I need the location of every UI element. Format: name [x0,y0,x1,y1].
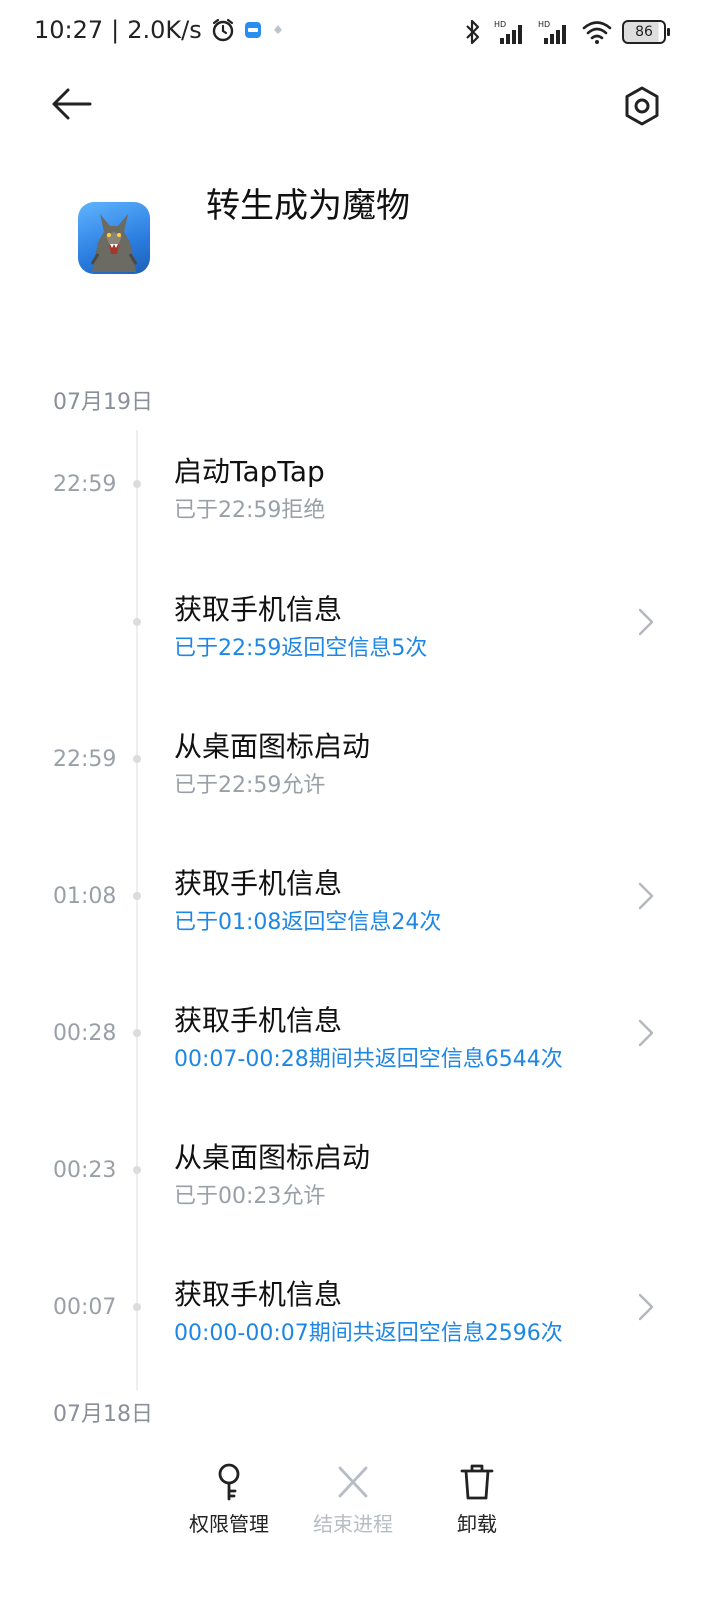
end-process-label: 结束进程 [313,1512,393,1536]
end-process-button[interactable]: 结束进程 [298,1462,408,1537]
entry-subtitle: 已于22:59返回空信息5次 [174,636,428,661]
svg-text:HD: HD [538,20,550,29]
entry-subtitle: 00:07-00:28期间共返回空信息6544次 [174,1047,563,1072]
entry-time: 22:59 [53,472,117,497]
dot-icon [273,25,282,34]
entry-subtitle: 已于22:59拒绝 [174,498,326,523]
timeline-dot [133,480,141,488]
key-icon [218,1463,240,1501]
werewolf-app-icon [78,202,150,274]
svg-text:HD: HD [494,20,506,29]
timeline-entry: 22:59 启动TapTap 已于22:59拒绝 [0,446,720,556]
entry-subtitle: 00:00-00:07期间共返回空信息2596次 [174,1321,563,1346]
date-label: 07月19日 [53,390,153,415]
battery-icon: 86 [622,20,670,44]
bluetooth-icon [466,19,480,45]
entry-title: 从桌面图标启动 [174,730,371,763]
app-usage-screen: 10:27 | 2.0K/s HD HD 86 转生成为魔物 07月19日 22… [0,0,720,1600]
entry-time: 00:23 [53,1158,117,1183]
entry-title: 获取手机信息 [174,1278,343,1311]
status-left: 10:27 | 2.0K/s [34,16,286,44]
entry-title: 从桌面图标启动 [174,1141,371,1174]
entry-time: 22:59 [53,747,117,772]
signal-hd-icon: HD [494,20,522,44]
bottom-action-bar: 权限管理 结束进程 卸载 [0,1450,720,1560]
uninstall-label: 卸载 [457,1512,497,1536]
status-net-speed: 2.0K/s [127,16,202,44]
alarm-icon [212,18,233,42]
chevron-right-icon[interactable] [636,881,656,911]
app-notification-icon [244,22,261,38]
timeline-dot [133,1029,141,1037]
chevron-right-icon[interactable] [636,607,656,637]
signal-hd-icon-2: HD [538,20,566,44]
timeline-dot [133,755,141,763]
entry-time: 00:28 [53,1021,117,1046]
timeline-entry: 22:59 从桌面图标启动 已于22:59允许 [0,721,720,831]
entry-title: 获取手机信息 [174,1004,343,1037]
trash-icon [460,1464,494,1500]
entry-title: 启动TapTap [174,455,325,488]
status-bar: 10:27 | 2.0K/s HD HD 86 [0,0,720,66]
date-label: 07月18日 [53,1402,153,1427]
timeline-entry[interactable]: 获取手机信息 已于22:59返回空信息5次 [0,584,720,694]
entry-subtitle: 已于01:08返回空信息24次 [174,910,442,935]
timeline-dot [133,892,141,900]
chevron-right-icon[interactable] [636,1018,656,1048]
status-time: 10:27 [34,16,104,44]
app-title: 转生成为魔物 [206,186,410,226]
permissions-button[interactable]: 权限管理 [174,1462,284,1537]
settings-hexagon-icon[interactable] [618,82,666,130]
timeline-entry[interactable]: 01:08 获取手机信息 已于01:08返回空信息24次 [0,858,720,968]
entry-title: 获取手机信息 [174,593,343,626]
entry-subtitle: 已于22:59允许 [174,773,326,798]
chevron-right-icon[interactable] [636,1292,656,1322]
wifi-icon [582,21,612,44]
close-icon [338,1466,368,1498]
timeline-dot [133,1303,141,1311]
status-separator: | [111,16,120,44]
battery-level: 86 [635,24,653,40]
entry-title: 获取手机信息 [174,867,343,900]
timeline-dot [133,1166,141,1174]
timeline-entry[interactable]: 00:07 获取手机信息 00:00-00:07期间共返回空信息2596次 [0,1269,720,1379]
entry-time: 01:08 [53,884,117,909]
back-arrow-icon[interactable] [46,82,96,126]
entry-subtitle: 已于00:23允许 [174,1184,326,1209]
entry-time: 00:07 [53,1295,117,1320]
status-right: HD HD 86 [462,18,670,46]
timeline-entry[interactable]: 00:28 获取手机信息 00:07-00:28期间共返回空信息6544次 [0,995,720,1105]
timeline-entry: 00:23 从桌面图标启动 已于00:23允许 [0,1132,720,1242]
permissions-label: 权限管理 [189,1512,269,1536]
timeline-dot [133,618,141,626]
uninstall-button[interactable]: 卸载 [422,1462,532,1537]
